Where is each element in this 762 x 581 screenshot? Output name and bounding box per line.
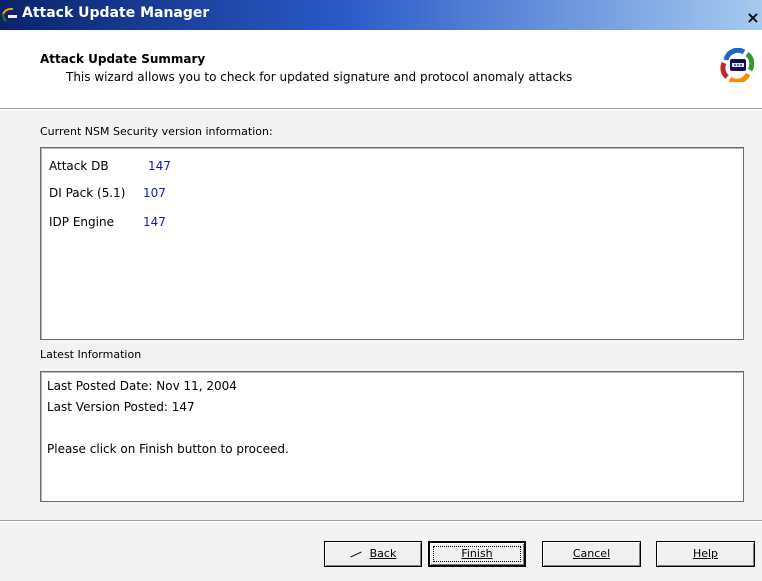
latest-version-posted: Last Version Posted: 147	[47, 400, 195, 414]
version-value: 147	[148, 159, 171, 173]
back-button[interactable]: Back	[324, 541, 422, 567]
back-button-label: Back	[369, 547, 397, 560]
finish-button[interactable]: Finish	[428, 541, 526, 567]
version-value: 147	[143, 215, 166, 229]
wizard-header: Attack Update Summary This wizard allows…	[0, 30, 762, 110]
current-version-label: Current NSM Security version information…	[40, 125, 273, 138]
version-row-idp-engine: IDP Engine 147	[49, 215, 166, 229]
back-arrow-icon	[349, 551, 362, 557]
title-bar[interactable]: Attack Update Manager ×	[0, 0, 762, 30]
latest-info-box: Last Posted Date: Nov 11, 2004 Last Vers…	[40, 371, 744, 502]
wizard-title: Attack Update Summary	[40, 52, 206, 66]
focus-rectangle	[433, 546, 521, 562]
version-row-attack-db: Attack DB 147	[49, 159, 171, 173]
help-button[interactable]: Help	[656, 541, 755, 567]
cancel-button[interactable]: Cancel	[542, 541, 641, 567]
version-name: IDP Engine	[49, 215, 114, 229]
cancel-button-label: Cancel	[572, 547, 611, 560]
version-row-di-pack: DI Pack (5.1) 107	[49, 186, 166, 200]
latest-posted-date: Last Posted Date: Nov 11, 2004	[47, 379, 237, 393]
version-value: 107	[143, 186, 166, 200]
latest-info-label: Latest Information	[40, 348, 142, 361]
current-version-box: Attack DB 147 DI Pack (5.1) 107 IDP Engi…	[40, 147, 744, 340]
window-title: Attack Update Manager	[22, 5, 210, 21]
app-icon	[2, 7, 19, 22]
version-name: DI Pack (5.1)	[49, 186, 126, 200]
wizard-update-icon	[720, 48, 754, 82]
wizard-subtitle: This wizard allows you to check for upda…	[66, 70, 573, 84]
help-button-label: Help	[692, 547, 719, 560]
close-button[interactable]: ×	[744, 8, 762, 28]
latest-instruction: Please click on Finish button to proceed…	[47, 442, 289, 456]
version-name: Attack DB	[49, 159, 109, 173]
